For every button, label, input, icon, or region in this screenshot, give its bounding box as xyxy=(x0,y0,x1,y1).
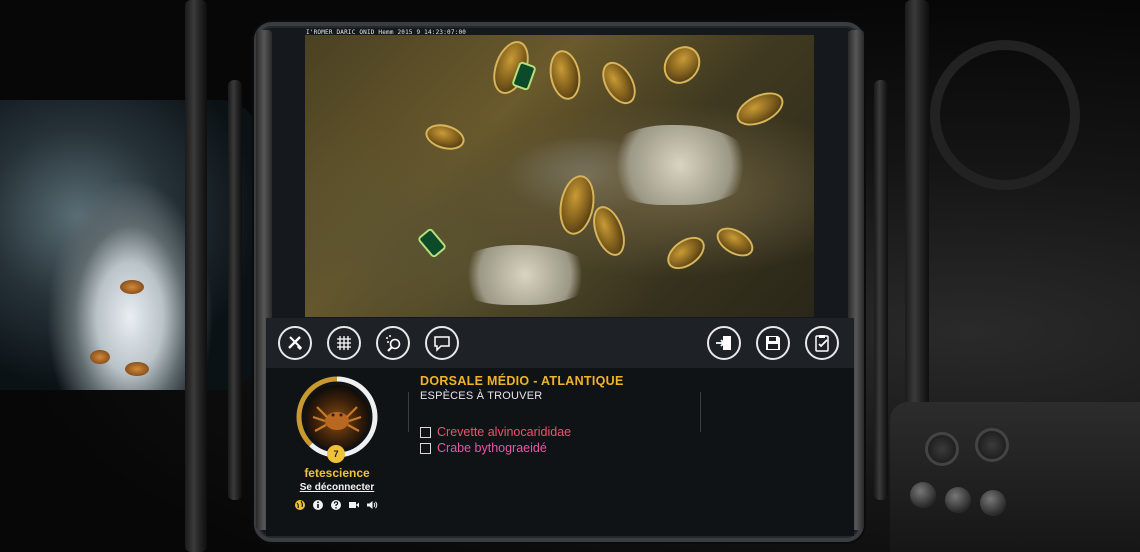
survey-marker xyxy=(416,227,448,259)
species-heading: ESPÈCES À TROUVER xyxy=(420,390,543,402)
exit-door-icon xyxy=(716,336,731,350)
magnifier-icon xyxy=(386,335,401,352)
username: fetescience xyxy=(304,466,370,480)
mussel xyxy=(555,172,599,238)
comment-button[interactable] xyxy=(425,326,459,360)
checklist-button[interactable] xyxy=(805,326,839,360)
sound-button[interactable] xyxy=(366,499,378,511)
porthole-creature xyxy=(120,280,144,294)
species-item[interactable]: Crevette alvinocarididae xyxy=(420,425,571,439)
species-item[interactable]: Crabe bythograeidé xyxy=(420,441,547,455)
exit-button[interactable] xyxy=(707,326,741,360)
help-icon xyxy=(331,500,341,510)
avatar[interactable] xyxy=(305,385,369,449)
info-button[interactable] xyxy=(312,499,324,511)
level-badge: 7 xyxy=(327,445,345,463)
clipboard-check-icon xyxy=(815,335,829,352)
mussel xyxy=(661,230,711,276)
divider xyxy=(408,392,409,432)
porthole-creature xyxy=(125,362,149,376)
mussel xyxy=(731,85,789,133)
globe-icon xyxy=(295,500,305,510)
speech-bubble-icon xyxy=(434,336,450,352)
help-button[interactable] xyxy=(330,499,342,511)
grid-icon xyxy=(337,336,351,350)
game-stage: I'ROMER DARIC ONID Hemm 2015 9 14:23:07:… xyxy=(0,0,1140,552)
mussel xyxy=(711,221,759,263)
video-feed[interactable] xyxy=(305,35,814,317)
crab-avatar-icon xyxy=(312,406,362,432)
zoom-button[interactable] xyxy=(376,326,410,360)
mussel xyxy=(545,47,585,103)
mineral-deposit xyxy=(455,245,595,305)
ruler-pencil-icon xyxy=(288,336,303,351)
video-button[interactable] xyxy=(348,499,360,511)
porthole-creature xyxy=(90,350,110,364)
footer-icons xyxy=(294,499,378,511)
species-label: Crabe bythograeidé xyxy=(437,441,547,455)
console-knob xyxy=(980,490,1006,516)
mussel xyxy=(656,38,708,92)
species-checkbox[interactable] xyxy=(420,442,431,454)
control-console xyxy=(890,402,1140,552)
species-label: Crevette alvinocarididae xyxy=(437,425,572,439)
background-pipe xyxy=(874,80,888,500)
mineral-deposit xyxy=(605,125,755,205)
sound-icon xyxy=(367,501,378,509)
divider xyxy=(700,392,701,432)
globe-button[interactable] xyxy=(294,499,306,511)
background-pipe xyxy=(185,0,207,552)
save-button[interactable] xyxy=(756,326,790,360)
gauge-dial xyxy=(975,428,1009,462)
video-icon xyxy=(349,502,359,508)
camera-timestamp: I'ROMER DARIC ONID Hemm 2015 9 14:23:07:… xyxy=(306,29,467,36)
measure-button[interactable] xyxy=(278,326,312,360)
logout-link[interactable]: Se déconnecter xyxy=(296,482,378,493)
grid-button[interactable] xyxy=(327,326,361,360)
species-checkbox[interactable] xyxy=(420,426,431,438)
console-knob xyxy=(910,482,936,508)
region-title: DORSALE MÉDIO - ATLANTIQUE xyxy=(420,374,624,388)
gauge-dial xyxy=(925,432,959,466)
mussel xyxy=(595,56,643,110)
mussel xyxy=(586,201,632,261)
background-pipe xyxy=(228,80,242,500)
valve-wheel xyxy=(930,40,1080,190)
mussel xyxy=(422,120,468,154)
porthole-window xyxy=(0,100,260,390)
floppy-disk-icon xyxy=(766,336,780,350)
info-icon xyxy=(313,500,323,510)
console-knob xyxy=(945,487,971,513)
